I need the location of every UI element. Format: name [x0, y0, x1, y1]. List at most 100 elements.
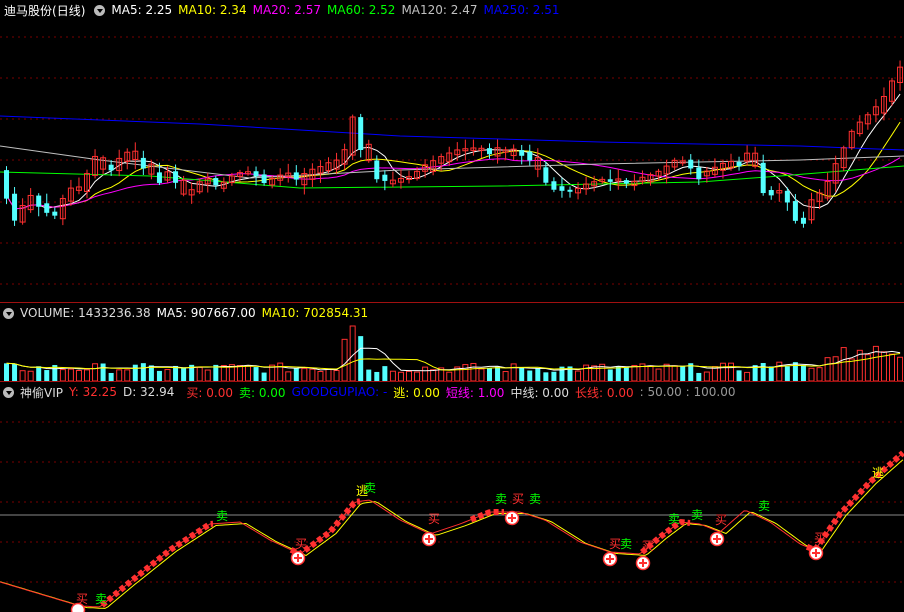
indicator-sell: 卖: 0.00: [238, 385, 286, 400]
volume-bar: [527, 370, 533, 381]
candle-body: [358, 117, 364, 151]
price-menu-chevron-icon[interactable]: [94, 4, 106, 16]
indicator-buy: 买: 0.00: [186, 385, 233, 400]
volume-bar: [615, 366, 621, 381]
volume-bar: [67, 368, 74, 381]
indicator-escape: 逃: 0.00: [393, 385, 440, 400]
volume-bar: [140, 363, 146, 381]
indicator-levels: : 50.00 : 100.00: [639, 385, 736, 399]
volume-bar: [301, 368, 308, 381]
signal-label: 买: [428, 512, 440, 526]
signal-label: 卖: [620, 537, 632, 551]
volume-bar: [768, 366, 774, 381]
volume-bar: [728, 362, 734, 381]
volume-bar: [196, 366, 203, 381]
volume-bar: [325, 368, 332, 381]
volume-bar: [27, 370, 34, 381]
buy-marker-icon: [70, 602, 86, 612]
price-chart[interactable]: [0, 0, 904, 302]
volume-bar: [462, 364, 469, 381]
volume-bar: [551, 371, 557, 381]
volume-bar: [236, 365, 243, 381]
volume-bar: [374, 371, 380, 381]
volume-bar: [623, 367, 629, 381]
indicator-panel: 神偷VIP Y: 32.25 D: 32.94 买: 0.00 卖: 0.00 …: [0, 382, 904, 612]
candle-body: [543, 167, 549, 183]
volume-bar: [75, 370, 82, 381]
volume-value: VOLUME: 1433236.38: [20, 306, 151, 320]
signal-label: 买: [814, 531, 826, 545]
volume-bar: [333, 369, 340, 381]
volume-bar: [204, 369, 211, 381]
candle-body: [261, 174, 267, 184]
signal-label: 买: [715, 513, 727, 527]
volume-bar: [309, 368, 316, 381]
volume-bar: [84, 369, 90, 381]
indicator-mid: 中线: 0.00: [510, 385, 570, 400]
candle-body: [140, 157, 146, 169]
volume-bar: [277, 362, 284, 381]
rising-trend-segment: [100, 520, 214, 608]
candle-body: [784, 190, 790, 203]
signal-label: 卖: [95, 592, 107, 606]
signal-label: 买: [295, 537, 307, 551]
candle-body: [623, 180, 629, 184]
volume-bar: [719, 362, 726, 381]
candle-body: [800, 217, 806, 224]
volume-bar: [285, 371, 292, 381]
ma10-line: [6, 121, 901, 210]
candle-body: [382, 174, 388, 181]
indicator-chart[interactable]: 买卖卖买逃卖买卖买卖买卖 买卖卖买卖买逃: [0, 382, 904, 612]
volume-bar: [366, 369, 372, 381]
volume-bar: [124, 369, 131, 381]
volume-bar: [744, 371, 751, 381]
volume-bar: [44, 370, 50, 381]
volume-bar: [487, 367, 492, 381]
volume-bar: [156, 370, 162, 381]
volume-bar: [575, 370, 582, 381]
signal-label: 卖: [495, 492, 507, 506]
indicator-menu-chevron-icon[interactable]: [3, 386, 14, 398]
candle-body: [607, 179, 613, 182]
volume-bar: [59, 369, 66, 381]
ma5-line: [6, 93, 901, 210]
volume-bar: [607, 369, 613, 381]
candle-body: [551, 181, 557, 190]
volume-panel: VOLUME: 1433236.38 MA5: 907667.00 MA10: …: [0, 303, 904, 381]
d-line: [0, 459, 904, 609]
volume-bar: [655, 368, 662, 381]
volume-header: VOLUME: 1433236.38 MA5: 907667.00 MA10: …: [0, 303, 904, 323]
period-label: (日线): [52, 3, 86, 18]
ma20-label: MA20: 2.57: [252, 3, 322, 17]
volume-bar: [132, 364, 138, 381]
volume-bar: [808, 367, 815, 381]
volume-menu-chevron-icon[interactable]: [3, 307, 14, 319]
volume-bar: [711, 366, 718, 381]
volume-bar: [36, 366, 42, 381]
candle-body: [293, 172, 299, 180]
volume-bar: [848, 358, 855, 381]
volume-bar: [478, 368, 485, 381]
volume-bar: [832, 356, 839, 381]
candle-body: [173, 171, 179, 183]
volume-bar: [800, 364, 806, 381]
ma250-label: MA250: 2.51: [483, 3, 560, 17]
volume-bar: [519, 367, 525, 381]
candle-body: [736, 161, 742, 167]
ma5-label: MA5: 2.25: [111, 3, 173, 17]
volume-bar: [108, 372, 114, 381]
volume-bar: [173, 365, 179, 381]
candle-body: [253, 171, 259, 177]
candle-body: [696, 167, 702, 180]
volume-bar: [293, 368, 299, 381]
volume-bar: [164, 369, 171, 381]
candle-body: [4, 170, 9, 199]
candle-body: [559, 186, 565, 191]
volume-bar: [784, 366, 790, 381]
volume-bar: [414, 371, 421, 381]
signal-label: 卖: [758, 499, 770, 513]
candle-body: [688, 159, 694, 169]
signal-label: 逃: [872, 466, 884, 480]
candle-body: [12, 193, 18, 221]
volume-bar: [389, 370, 396, 381]
